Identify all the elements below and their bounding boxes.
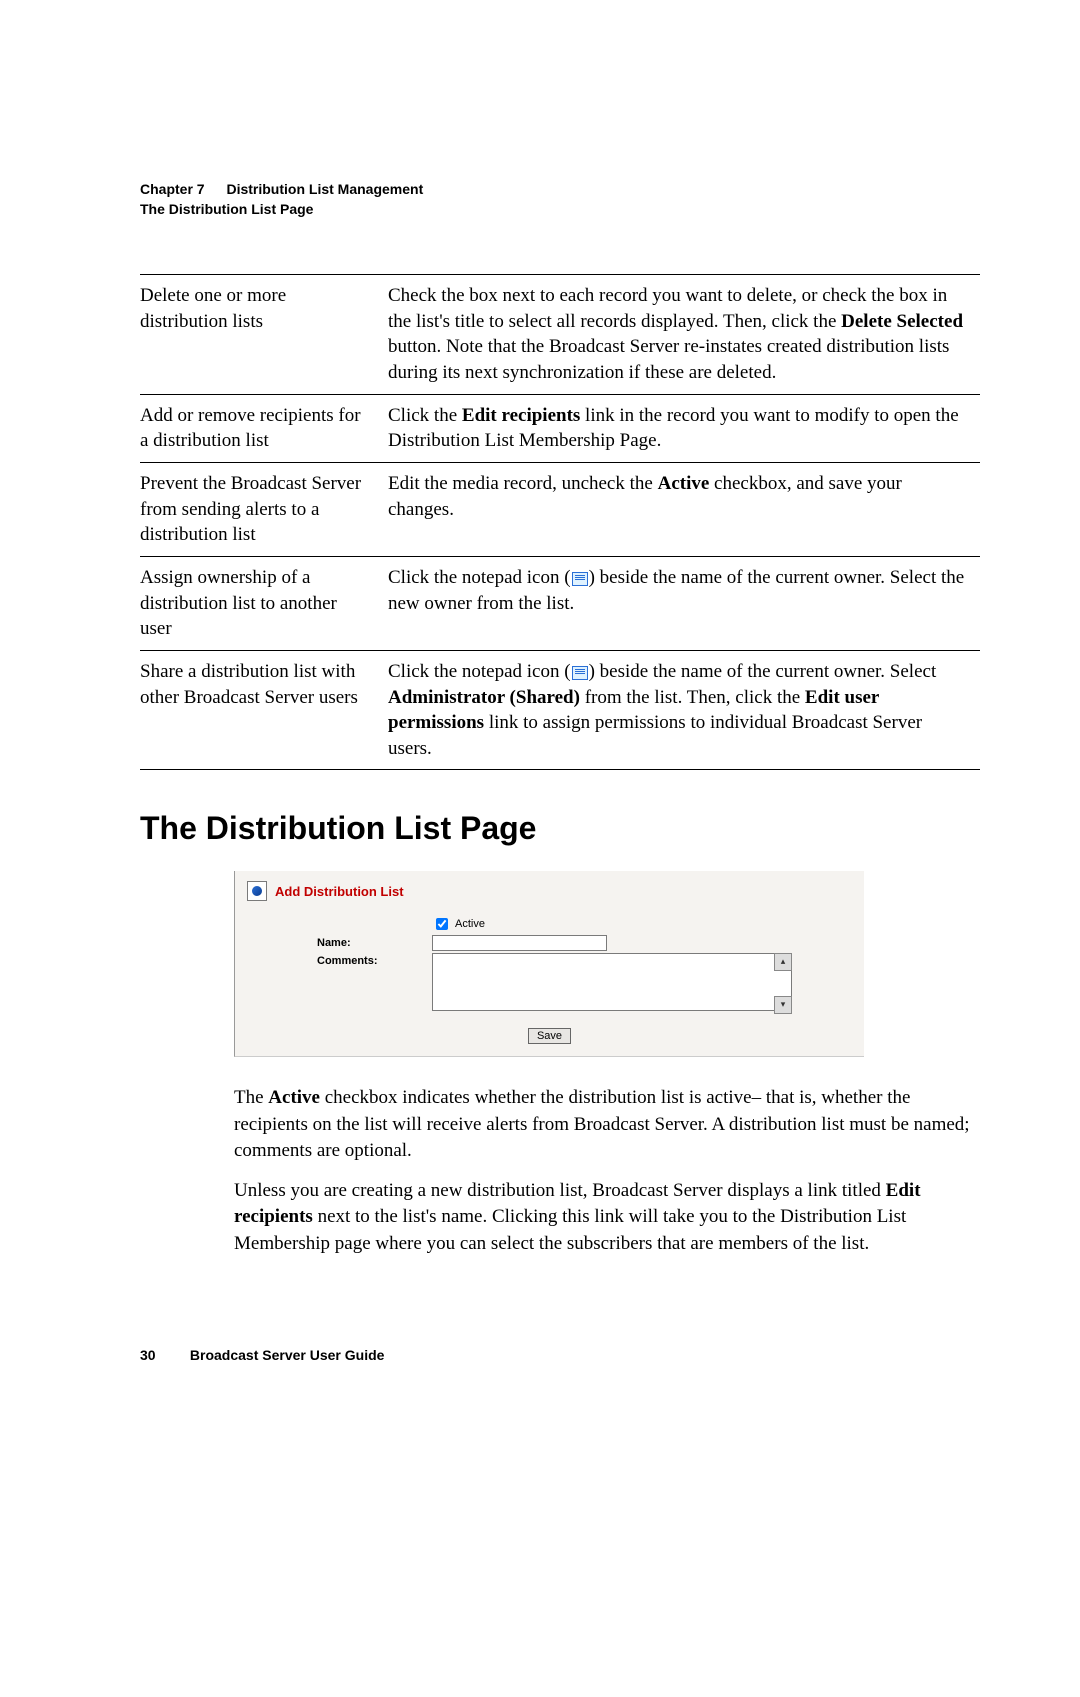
comments-label: Comments: [317,953,432,967]
task-cell: Prevent the Broadcast Server from sendin… [140,463,388,557]
body-paragraph: Unless you are creating a new distributi… [234,1178,974,1257]
desc-cell: Check the box next to each record you wa… [388,275,980,395]
comments-field[interactable] [432,953,792,1011]
desc-cell: Edit the media record, uncheck the Activ… [388,463,980,557]
page-footer: 30 Broadcast Server User Guide [140,1347,980,1363]
scroll-up-icon[interactable]: ▴ [774,953,792,971]
chapter-title: Distribution List Management [226,181,423,197]
table-row: Add or remove recipients for a distribut… [140,394,980,462]
active-label: Active [455,918,485,930]
task-cell: Add or remove recipients for a distribut… [140,394,388,462]
dialog-icon [247,881,267,901]
table-row: Delete one or more distribution lists Ch… [140,275,980,395]
active-checkbox[interactable] [436,918,448,930]
desc-cell: Click the notepad icon () beside the nam… [388,650,980,770]
notepad-icon [572,572,588,586]
name-field[interactable] [432,935,607,951]
page-number: 30 [140,1347,186,1363]
table-row: Share a distribution list with other Bro… [140,650,980,770]
task-cell: Delete one or more distribution lists [140,275,388,395]
tasks-table: Delete one or more distribution lists Ch… [140,274,980,770]
page-header: Chapter 7 Distribution List Management T… [140,180,980,219]
desc-cell: Click the notepad icon () beside the nam… [388,556,980,650]
scroll-down-icon[interactable]: ▾ [774,996,792,1014]
table-row: Prevent the Broadcast Server from sendin… [140,463,980,557]
task-cell: Assign ownership of a distribution list … [140,556,388,650]
body-paragraph: The Active checkbox indicates whether th… [234,1085,974,1164]
table-row: Assign ownership of a distribution list … [140,556,980,650]
desc-cell: Click the Edit recipients link in the re… [388,394,980,462]
notepad-icon [572,666,588,680]
screenshot-figure: Add Distribution List Active Name: Comme… [234,871,980,1057]
save-button[interactable]: Save [528,1028,571,1044]
chapter-label: Chapter 7 [140,181,205,197]
header-subtitle: The Distribution List Page [140,200,980,220]
task-cell: Share a distribution list with other Bro… [140,650,388,770]
doc-title: Broadcast Server User Guide [190,1347,385,1363]
dialog-title: Add Distribution List [275,884,404,899]
section-heading: The Distribution List Page [140,810,980,847]
name-label: Name: [317,935,432,949]
